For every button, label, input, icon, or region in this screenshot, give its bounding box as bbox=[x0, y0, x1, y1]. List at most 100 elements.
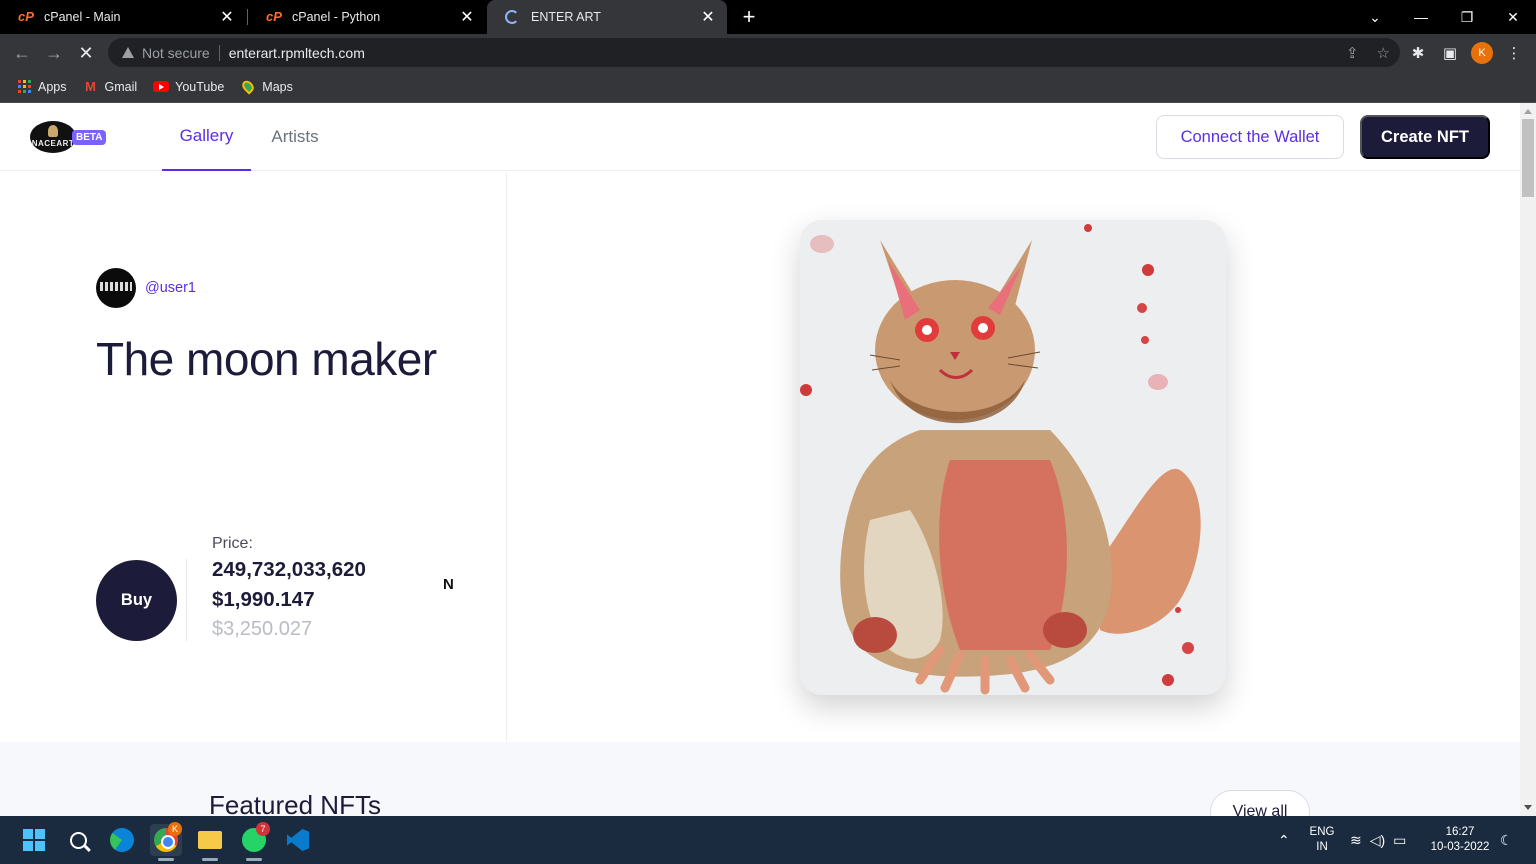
windows-logo-icon bbox=[23, 829, 45, 851]
scrollbar-thumb[interactable] bbox=[1522, 119, 1534, 197]
tab-enter-art[interactable]: ENTER ART ✕ bbox=[487, 0, 727, 34]
address-bar[interactable]: Not secure enterart.rpmltech.com ⇪ ☆ bbox=[108, 38, 1400, 67]
site-logo[interactable]: NACEART bbox=[30, 121, 76, 153]
windows-taskbar: K 7 ⌃ ENG IN ≋ ◁) ▭ 16:27 10-03-2022 ☾ bbox=[0, 816, 1536, 864]
language-indicator[interactable]: ENG IN bbox=[1304, 816, 1340, 864]
omnibox-divider bbox=[218, 44, 220, 61]
hero-divider bbox=[506, 172, 507, 742]
close-icon[interactable]: ✕ bbox=[699, 8, 717, 26]
gmail-icon: M bbox=[85, 79, 96, 94]
security-status[interactable]: Not secure bbox=[142, 45, 210, 61]
stop-loading-icon[interactable]: ✕ bbox=[72, 39, 100, 67]
wifi-icon: ≋ bbox=[1350, 831, 1362, 848]
tab-title: cPanel - Python bbox=[292, 10, 381, 24]
close-icon[interactable]: ✕ bbox=[458, 8, 476, 26]
nft-hero: @user1 The moon maker Buy Price: 249,732… bbox=[0, 172, 1520, 742]
bookmarks-bar: Apps M Gmail YouTube Maps bbox=[0, 71, 1536, 103]
lang-secondary: IN bbox=[1316, 841, 1328, 853]
site-header: NACEART BETA Gallery Artists Connect the… bbox=[0, 103, 1520, 171]
close-window-button[interactable]: ✕ bbox=[1490, 0, 1536, 34]
featured-title: Featured NFTs bbox=[209, 790, 381, 816]
clock-date: 10-03-2022 bbox=[1430, 841, 1490, 853]
omnibox-actions: ⇪ ☆ bbox=[1346, 38, 1390, 67]
maps-icon bbox=[240, 78, 257, 95]
cpanel-icon: cP bbox=[266, 9, 282, 24]
logo-figure bbox=[48, 125, 58, 137]
chrome-icon[interactable]: K bbox=[150, 822, 182, 861]
page-viewport: NACEART BETA Gallery Artists Connect the… bbox=[0, 103, 1520, 816]
price-divider bbox=[186, 559, 187, 641]
tab-search-icon[interactable]: ⌄ bbox=[1352, 0, 1398, 34]
chrome-profile-badge: K bbox=[168, 822, 182, 836]
bookmark-youtube[interactable]: YouTube bbox=[153, 79, 224, 95]
loading-spinner-icon bbox=[505, 10, 523, 24]
whatsapp-badge: 7 bbox=[256, 822, 270, 836]
share-icon[interactable]: ⇪ bbox=[1346, 44, 1359, 62]
bookmark-apps[interactable]: Apps bbox=[16, 79, 67, 95]
bookmark-maps[interactable]: Maps bbox=[240, 78, 293, 95]
tab-title: ENTER ART bbox=[531, 10, 601, 24]
bookmark-star-icon[interactable]: ☆ bbox=[1377, 44, 1390, 62]
vscode-icon[interactable] bbox=[282, 824, 314, 856]
back-arrow-icon[interactable]: ← bbox=[8, 39, 36, 67]
menu-kebab-icon[interactable]: ⋮ bbox=[1502, 41, 1526, 65]
start-button[interactable] bbox=[18, 824, 50, 856]
price-label: Price: bbox=[212, 535, 253, 552]
close-icon[interactable]: ✕ bbox=[218, 8, 236, 26]
tab-cpanel-main[interactable]: cP cPanel - Main ✕ bbox=[0, 0, 246, 34]
cat-painting bbox=[800, 220, 1226, 695]
nav-artists[interactable]: Artists bbox=[262, 103, 328, 171]
price-usd: $1,990.147 bbox=[212, 588, 315, 611]
edge-icon[interactable] bbox=[106, 824, 138, 856]
minimize-button[interactable]: — bbox=[1398, 0, 1444, 34]
file-explorer-icon[interactable] bbox=[194, 824, 226, 861]
search-icon[interactable] bbox=[62, 824, 94, 856]
notifications-moon-icon[interactable]: ☾ bbox=[1500, 816, 1513, 864]
new-tab-button[interactable]: + bbox=[736, 4, 762, 30]
bookmark-label: Maps bbox=[262, 79, 293, 94]
nav-gallery[interactable]: Gallery bbox=[162, 103, 251, 171]
bookmark-label: Gmail bbox=[104, 79, 138, 94]
connect-wallet-button[interactable]: Connect the Wallet bbox=[1156, 115, 1344, 159]
avatar[interactable] bbox=[96, 268, 136, 308]
bookmark-gmail[interactable]: M Gmail bbox=[83, 79, 138, 95]
page-scrollbar[interactable] bbox=[1520, 103, 1536, 816]
tab-cpanel-python[interactable]: cP cPanel - Python ✕ bbox=[248, 0, 486, 34]
whatsapp-icon[interactable]: 7 bbox=[238, 822, 270, 861]
tab-title: cPanel - Main bbox=[44, 10, 121, 24]
restore-button[interactable]: ❐ bbox=[1444, 0, 1490, 34]
warning-icon[interactable] bbox=[122, 47, 134, 58]
side-panel-icon[interactable]: ▣ bbox=[1438, 41, 1462, 65]
bookmark-label: Apps bbox=[38, 79, 67, 94]
system-tray-icons[interactable]: ≋ ◁) ▭ bbox=[1350, 816, 1406, 864]
nft-title: The moon maker bbox=[96, 333, 437, 385]
scroll-down-icon[interactable] bbox=[1524, 805, 1532, 810]
lang-primary: ENG bbox=[1309, 826, 1335, 838]
logo-text: NACEART bbox=[31, 139, 75, 148]
extensions-puzzle-icon[interactable]: ✱ bbox=[1406, 41, 1430, 65]
volume-icon: ◁) bbox=[1369, 831, 1386, 848]
nft-artwork[interactable] bbox=[800, 220, 1226, 695]
cpanel-icon: cP bbox=[18, 9, 34, 24]
profile-avatar[interactable]: K bbox=[1470, 41, 1494, 65]
beta-badge: BETA bbox=[72, 130, 107, 145]
tray-overflow-chevron-icon[interactable]: ⌃ bbox=[1278, 816, 1290, 864]
forward-arrow-icon[interactable]: → bbox=[40, 39, 68, 67]
price-token-amount: 249,732,033,620 bbox=[212, 558, 366, 581]
apps-grid-icon bbox=[16, 79, 32, 95]
browser-toolbar: ← → ✕ Not secure enterart.rpmltech.com ⇪… bbox=[0, 34, 1536, 71]
clock[interactable]: 16:27 10-03-2022 bbox=[1424, 816, 1496, 864]
scroll-up-icon[interactable] bbox=[1524, 109, 1532, 114]
youtube-icon bbox=[153, 79, 170, 95]
browser-tabstrip: cP cPanel - Main ✕ cP cPanel - Python ✕ … bbox=[0, 0, 1536, 34]
token-symbol-icon: N bbox=[443, 576, 454, 593]
url-text[interactable]: enterart.rpmltech.com bbox=[229, 45, 365, 61]
view-all-button[interactable]: View all bbox=[1210, 790, 1310, 816]
clock-time: 16:27 bbox=[1445, 826, 1475, 838]
price-old-usd: $3,250.027 bbox=[212, 618, 313, 640]
creator-username[interactable]: @user1 bbox=[145, 280, 196, 296]
battery-icon: ▭ bbox=[1393, 831, 1407, 848]
create-nft-button[interactable]: Create NFT bbox=[1360, 115, 1490, 159]
spinner bbox=[505, 10, 519, 24]
buy-button[interactable]: Buy bbox=[96, 560, 177, 641]
